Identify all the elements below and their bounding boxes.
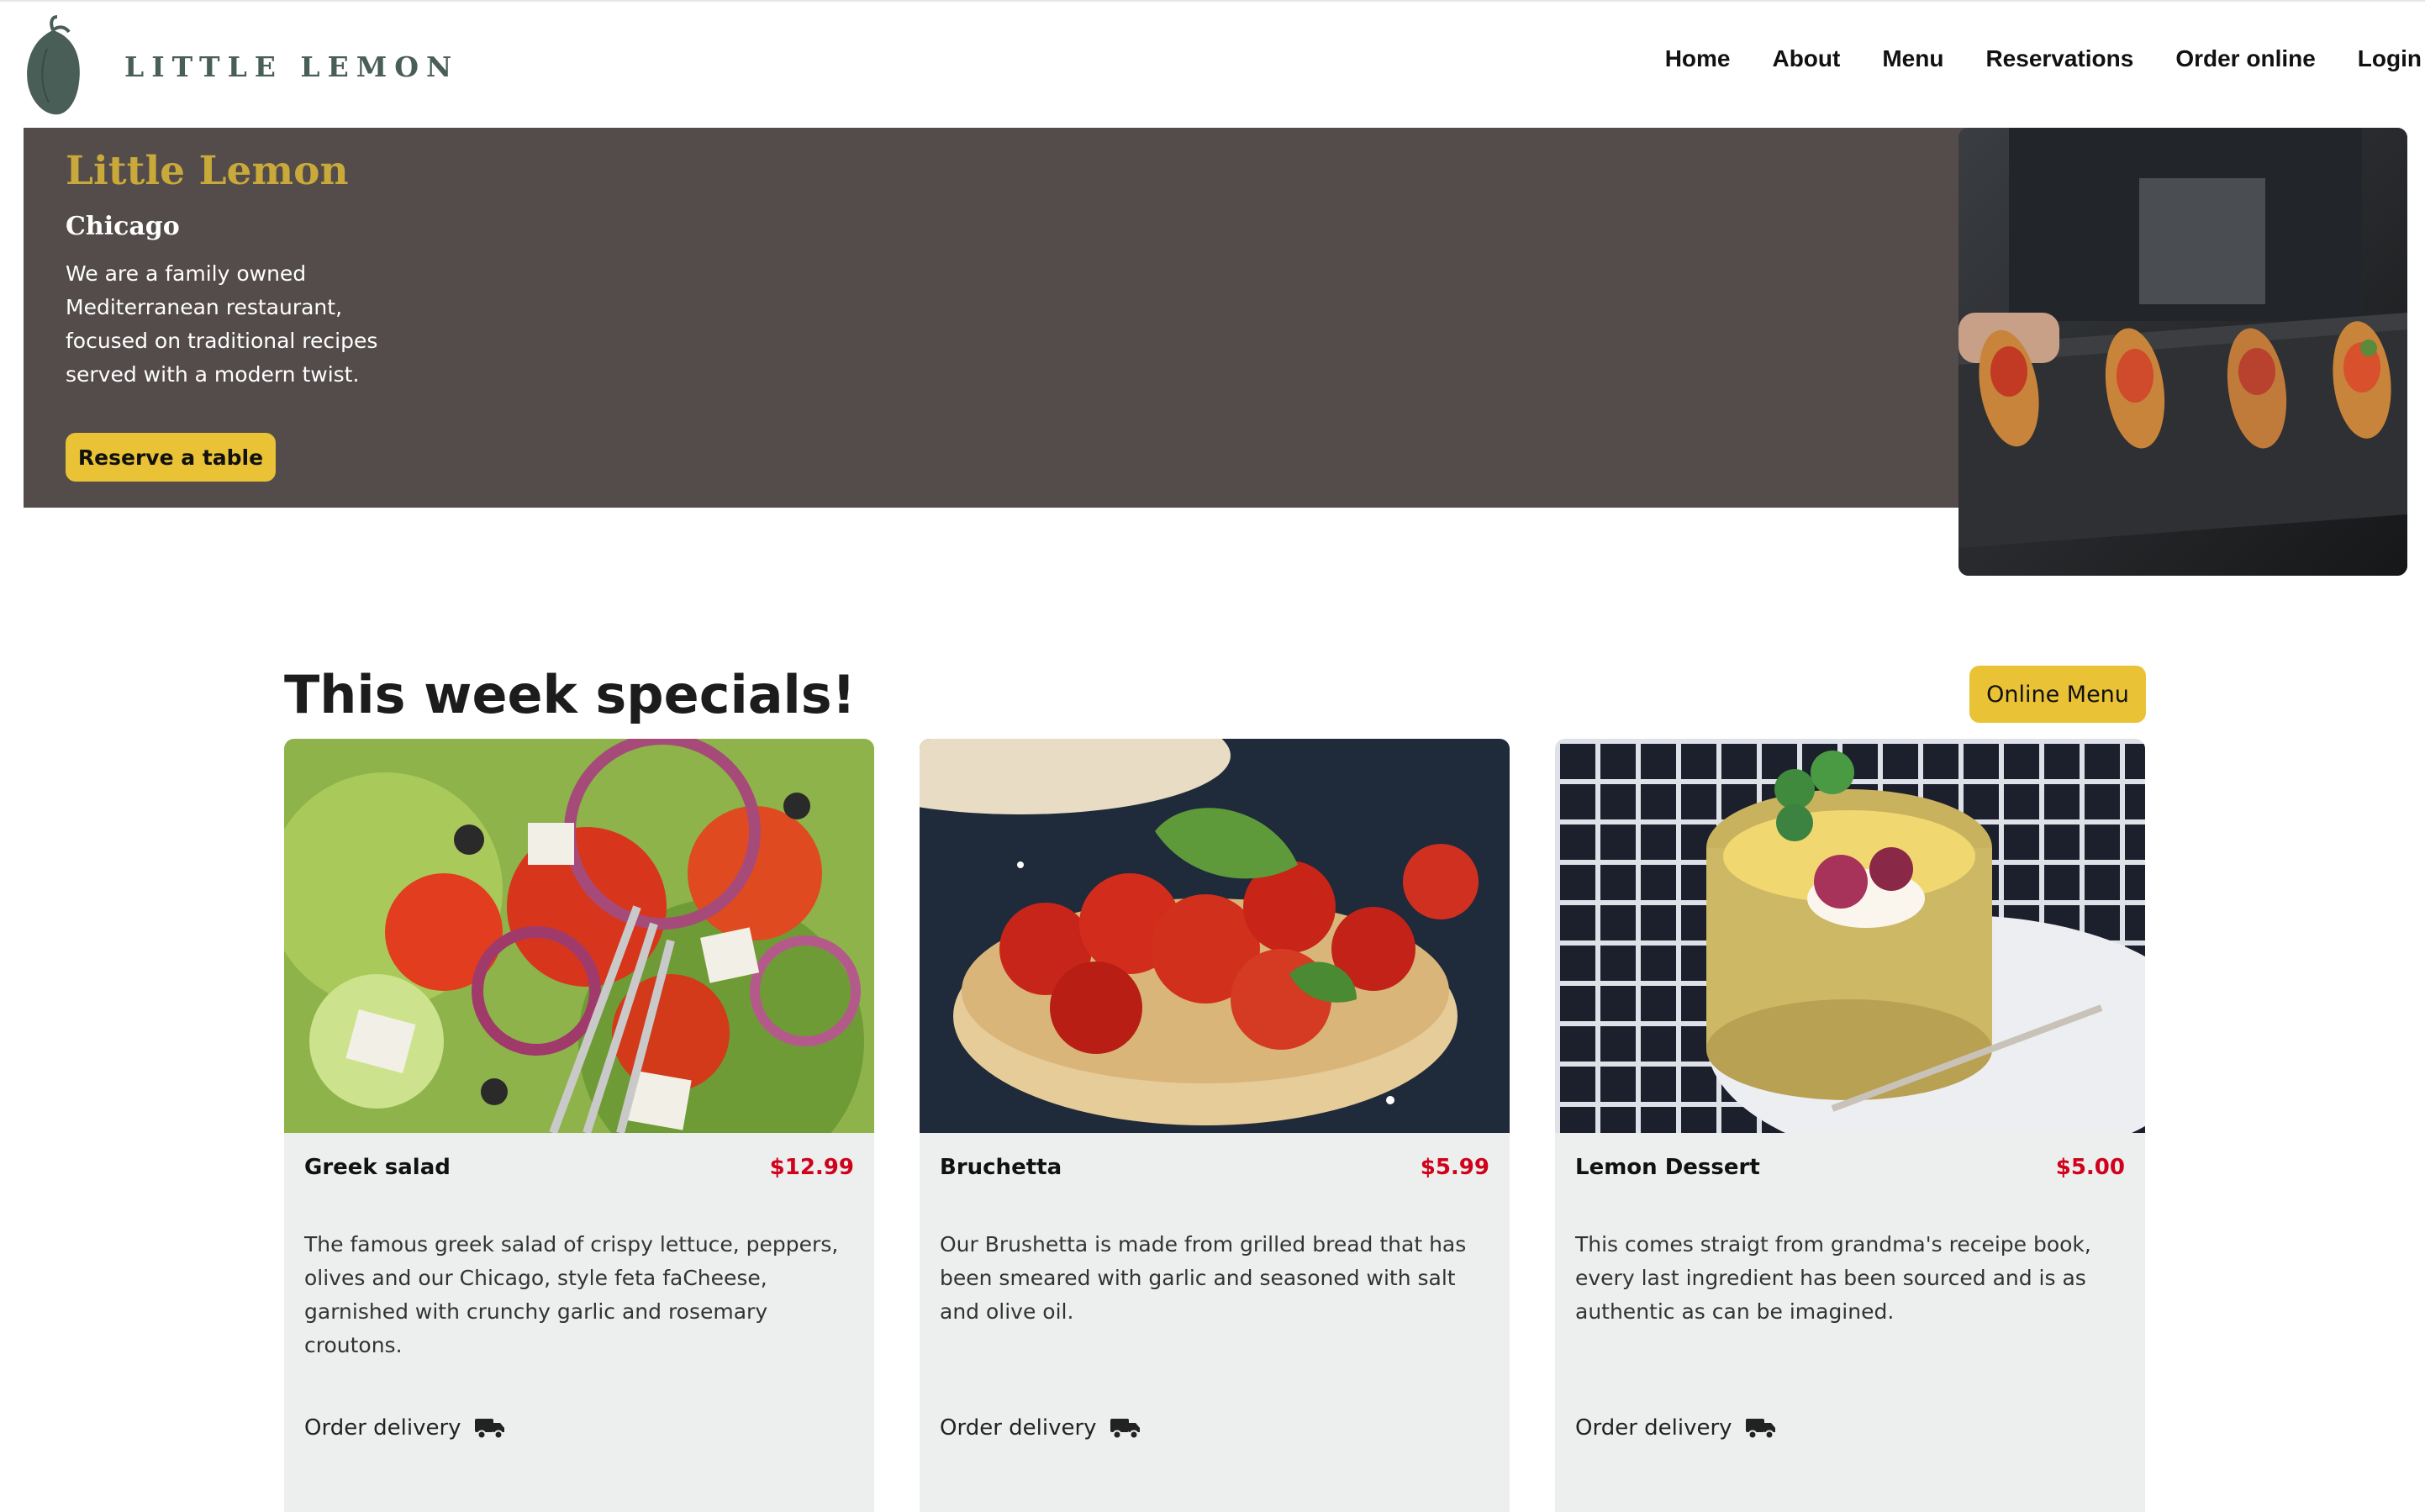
- hero-image: [1958, 128, 2407, 576]
- truck-icon: [1110, 1419, 1140, 1439]
- hero-section: Little Lemon Chicago We are a family own…: [24, 128, 1967, 508]
- order-delivery-link[interactable]: Order delivery: [940, 1415, 1141, 1441]
- bruchetta-image: [920, 739, 1510, 1133]
- special-card-lemon-dessert[interactable]: Lemon Dessert $5.00 This comes straigt f…: [1555, 739, 2145, 1512]
- logo[interactable]: LITTLE LEMON: [22, 15, 459, 118]
- nav-about[interactable]: About: [1772, 45, 1840, 72]
- special-price: $12.99: [769, 1155, 854, 1180]
- order-delivery-label: Order delivery: [1575, 1415, 1732, 1441]
- special-description: The famous greek salad of crispy lettuce…: [304, 1232, 839, 1357]
- main-nav: Home About Menu Reservations Order onlin…: [1623, 45, 2422, 72]
- special-name: Greek salad: [304, 1155, 451, 1180]
- truck-icon: [1745, 1419, 1775, 1439]
- truck-icon: [474, 1419, 504, 1439]
- special-card-greek-salad[interactable]: Greek salad $12.99 The famous greek sala…: [284, 739, 874, 1512]
- order-delivery-link[interactable]: Order delivery: [304, 1415, 505, 1441]
- bruschetta-platter-image: [1958, 128, 2407, 576]
- special-description: This comes straigt from grandma's receip…: [1575, 1232, 2091, 1324]
- special-name: Lemon Dessert: [1575, 1155, 1760, 1180]
- hero-subtitle: Chicago: [66, 212, 180, 241]
- nav-order-online[interactable]: Order online: [2175, 45, 2315, 72]
- nav-login[interactable]: Login: [2358, 45, 2422, 72]
- special-card-bruchetta[interactable]: Bruchetta $5.99 Our Brushetta is made fr…: [920, 739, 1510, 1512]
- brand-name: LITTLE LEMON: [124, 50, 460, 83]
- special-name: Bruchetta: [940, 1155, 1062, 1180]
- reserve-table-button[interactable]: Reserve a table: [66, 433, 276, 482]
- nav-reservations[interactable]: Reservations: [1985, 45, 2133, 72]
- order-delivery-link[interactable]: Order delivery: [1575, 1415, 1776, 1441]
- special-price: $5.99: [1420, 1155, 1489, 1180]
- lemon-logo-icon: [27, 15, 80, 115]
- online-menu-button[interactable]: Online Menu: [1969, 666, 2146, 723]
- hero-title: Little Lemon: [66, 148, 349, 194]
- greek-salad-image: [284, 739, 874, 1133]
- lemon-dessert-image: [1555, 739, 2145, 1133]
- order-delivery-label: Order delivery: [940, 1415, 1097, 1441]
- nav-menu[interactable]: Menu: [1882, 45, 1943, 72]
- site-header: LITTLE LEMON Home About Menu Reservation…: [0, 0, 2425, 128]
- specials-title: This week specials!: [284, 664, 856, 725]
- special-price: $5.00: [2055, 1155, 2125, 1180]
- special-description: Our Brushetta is made from grilled bread…: [940, 1232, 1467, 1324]
- order-delivery-label: Order delivery: [304, 1415, 461, 1441]
- hero-description: We are a family owned Mediterranean rest…: [66, 261, 378, 387]
- nav-home[interactable]: Home: [1665, 45, 1731, 72]
